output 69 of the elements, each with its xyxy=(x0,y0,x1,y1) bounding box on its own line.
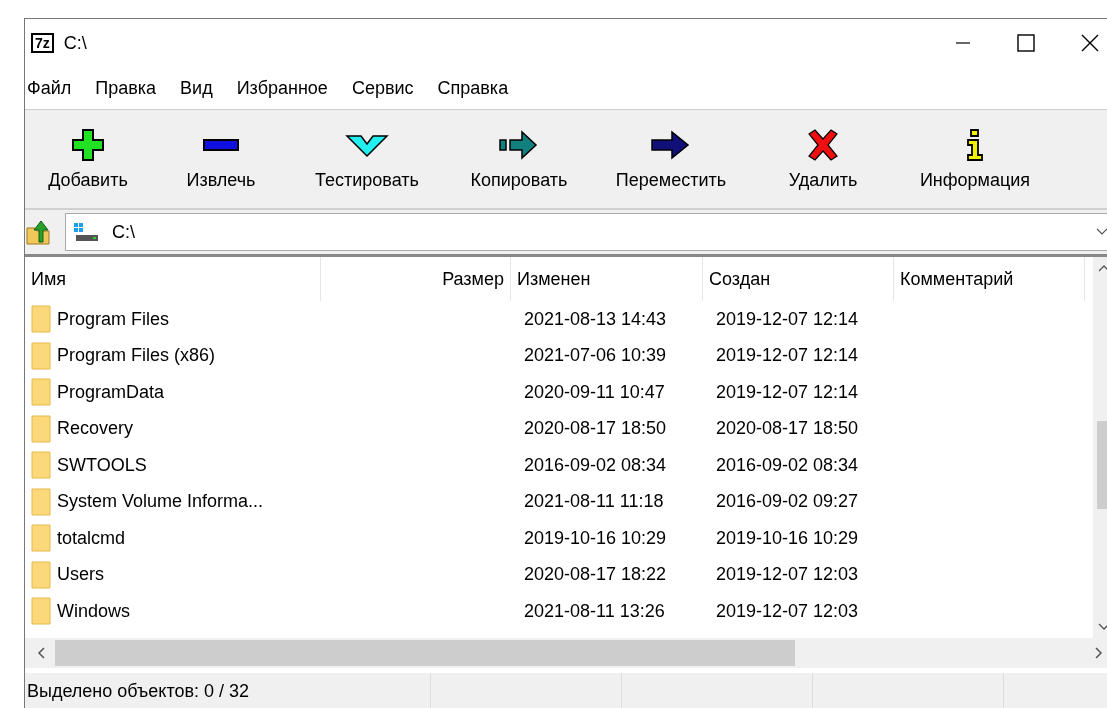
table-cell-text: 2021-07-06 10:39 xyxy=(523,345,668,367)
menu-item[interactable]: Правка xyxy=(95,77,157,99)
table-cell-text: 2021-08-11 11:18 xyxy=(523,491,665,513)
table-cell-text: 2019-10-16 10:29 xyxy=(715,527,860,549)
close-icon[interactable] xyxy=(1081,34,1099,52)
table-cell[interactable]: Users xyxy=(25,560,321,589)
scroll-down-icon[interactable] xyxy=(1097,622,1107,632)
table-cell-text: 2020-08-17 18:22 xyxy=(523,564,668,586)
table-cell[interactable]: SWTOOLS xyxy=(25,451,321,480)
toolbar-button[interactable]: Тестировать xyxy=(291,110,443,208)
folder-icon xyxy=(31,597,51,626)
folder-up-icon[interactable] xyxy=(25,218,51,246)
table-cell-text: 2019-12-07 12:14 xyxy=(715,381,860,403)
menu-item[interactable]: Файл xyxy=(27,77,72,99)
toolbar-button[interactable]: Извлечь xyxy=(151,110,291,208)
folder-icon xyxy=(31,341,51,370)
status-text: Выделено объектов: 0 / 32 xyxy=(25,673,431,708)
toolbar-button[interactable]: Удалить xyxy=(747,110,899,208)
table-cell-text: 2021-08-11 13:26 xyxy=(523,600,666,622)
folder-icon xyxy=(31,560,51,589)
window-title: C:\ xyxy=(63,32,87,54)
table-cell-text: 2016-09-02 08:34 xyxy=(523,454,668,476)
scroll-up-icon[interactable] xyxy=(1097,263,1107,273)
table-cell-text: 2019-12-07 12:14 xyxy=(715,345,860,367)
address-field[interactable]: C:\ xyxy=(65,213,1107,251)
table-cell[interactable]: Recovery xyxy=(25,414,321,443)
scrollbar-thumb[interactable] xyxy=(55,640,795,666)
table-cell-text: 2020-09-11 10:47 xyxy=(523,381,666,403)
horizontal-scrollbar[interactable] xyxy=(25,638,1107,668)
table-cell-text: 2020-08-17 18:50 xyxy=(715,418,860,440)
app-logo: 7z xyxy=(31,33,54,53)
table-cell[interactable]: Program Files (x86) xyxy=(25,341,321,370)
dropdown-caret-icon[interactable] xyxy=(1096,228,1107,236)
menu-item[interactable]: Сервис xyxy=(351,77,414,99)
table-cell-text: 2019-12-07 12:03 xyxy=(715,564,860,586)
folder-icon xyxy=(31,414,51,443)
folder-icon xyxy=(31,451,51,480)
table-cell-text: 2020-08-17 18:50 xyxy=(523,418,668,440)
plus-icon xyxy=(71,127,105,162)
table-cell-text: 2016-09-02 09:27 xyxy=(715,491,860,513)
toolbar-button[interactable]: Переместить xyxy=(595,110,747,208)
menu-item[interactable]: Вид xyxy=(180,77,213,99)
column-header[interactable]: Размер xyxy=(321,257,511,301)
toolbar-button[interactable]: Добавить xyxy=(25,110,151,208)
folder-icon xyxy=(31,487,51,516)
toolbar-button[interactable]: Информация xyxy=(899,110,1051,208)
table-cell[interactable]: Program Files xyxy=(25,305,321,334)
table-cell[interactable]: totalcmd xyxy=(25,524,321,553)
table-cell-text: 2021-08-13 14:43 xyxy=(523,308,668,330)
toolbar-button[interactable]: Копировать xyxy=(443,110,595,208)
menu-item[interactable]: Избранное xyxy=(236,77,328,99)
folder-icon xyxy=(31,305,51,334)
column-header[interactable]: Имя xyxy=(25,257,321,301)
column-header[interactable]: Комментарий xyxy=(894,257,1085,301)
drive-icon xyxy=(72,221,100,243)
folder-icon xyxy=(31,378,51,407)
table-cell-text: 2016-09-02 08:34 xyxy=(715,454,860,476)
copy-arrow-icon xyxy=(498,127,540,162)
table-cell[interactable]: ProgramData xyxy=(25,378,321,407)
maximize-icon[interactable] xyxy=(1017,34,1035,52)
table-cell-text: 2019-10-16 10:29 xyxy=(523,527,668,549)
menu-item[interactable]: Справка xyxy=(437,77,509,99)
table-cell-text: 2019-12-07 12:03 xyxy=(715,600,860,622)
table-cell-text: 2019-12-07 12:14 xyxy=(715,308,860,330)
column-header[interactable]: Изменен xyxy=(511,257,703,301)
folder-icon xyxy=(31,524,51,553)
table-cell[interactable]: Windows xyxy=(25,597,321,626)
column-header[interactable]: Создан xyxy=(703,257,894,301)
table-cell[interactable]: System Volume Informa... xyxy=(25,487,321,516)
